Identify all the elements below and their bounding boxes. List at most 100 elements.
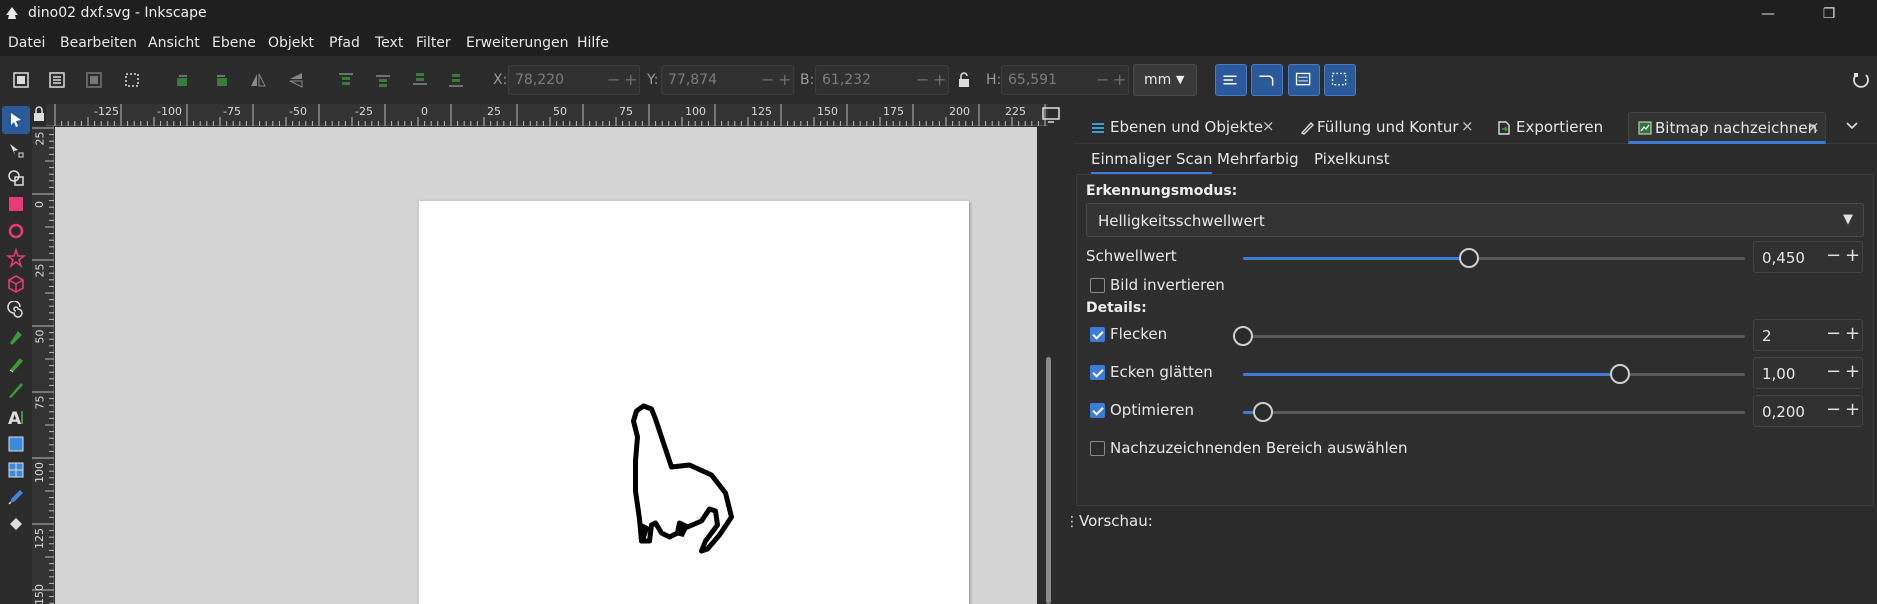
paint-bucket-tool-icon[interactable] [6,514,26,534]
speckles-checkbox[interactable] [1090,327,1105,342]
subtab-pixel-art[interactable]: Pixelkunst [1314,150,1390,168]
close-icon[interactable]: × [1807,118,1820,136]
rotate-ccw-icon[interactable] [173,70,193,90]
menu-bearbeiten[interactable]: Bearbeiten [60,35,137,51]
optimize-spinbox[interactable]: 0,200 − + [1753,395,1863,427]
menu-pfad[interactable]: Pfad [329,35,360,51]
height-decrement[interactable]: − [1096,70,1109,89]
pencil-tool-icon[interactable] [6,354,26,374]
calligraphy-tool-icon[interactable] [6,380,26,400]
display-mode-icon[interactable] [1041,106,1061,124]
menu-filter[interactable]: Filter [416,35,451,51]
scrollbar-thumb[interactable] [1046,357,1051,604]
invert-image-checkbox[interactable] [1090,278,1105,293]
plus-icon[interactable]: + [1845,361,1860,382]
plus-icon[interactable]: + [1845,399,1860,420]
spiral-tool-icon[interactable] [6,301,26,321]
transform-corners-button[interactable] [1251,64,1283,96]
restore-button[interactable]: ❐ [1806,0,1852,28]
menu-datei[interactable]: Datei [8,35,45,51]
menu-ebene[interactable]: Ebene [212,35,256,51]
optimize-slider[interactable] [1243,402,1745,422]
lower-icon[interactable] [410,70,430,90]
transform-pattern-button[interactable] [1324,64,1356,96]
dino-drawing[interactable] [619,401,784,581]
subtab-single-scan[interactable]: Einmaliger Scan [1091,150,1213,175]
unit-select[interactable]: mm ▼ [1133,64,1197,96]
smooth-corners-checkbox[interactable] [1090,365,1105,380]
height-field[interactable]: 65,591 − + [1001,65,1129,95]
x-decrement[interactable]: − [607,70,620,89]
chevron-down-icon[interactable] [1844,118,1860,134]
text-tool-icon[interactable]: A [6,407,26,427]
tab-fill-stroke[interactable]: Füllung und Kontur × [1291,112,1481,144]
drawing-canvas[interactable] [55,127,1037,604]
slider-knob[interactable] [1610,364,1630,384]
plus-icon[interactable]: + [1845,323,1860,344]
threshold-slider[interactable] [1243,248,1745,268]
close-icon[interactable]: × [1461,117,1474,135]
transform-stroke-button[interactable] [1215,64,1247,96]
plus-icon[interactable]: + [1845,245,1860,266]
optimize-checkbox[interactable] [1090,403,1105,418]
menu-objekt[interactable]: Objekt [268,35,314,51]
minus-icon[interactable]: − [1826,361,1841,382]
height-increment[interactable]: + [1113,70,1126,89]
width-field[interactable]: 61,232 − + [815,65,949,95]
tab-layers-objects[interactable]: Ebenen und Objekte × [1082,112,1282,144]
raise-icon[interactable] [373,70,393,90]
close-icon[interactable]: × [1262,117,1275,135]
flip-horizontal-icon[interactable] [248,70,268,90]
minus-icon[interactable]: − [1826,323,1841,344]
menu-erweiterungen[interactable]: Erweiterungen [466,35,569,51]
menu-ansicht[interactable]: Ansicht [148,35,200,51]
select-all-icon[interactable] [11,70,31,90]
selector-tool[interactable] [2,106,30,134]
slider-knob[interactable] [1253,402,1273,422]
width-increment[interactable]: + [933,70,946,89]
subtab-multicolor[interactable]: Mehrfarbig [1217,150,1299,168]
tab-trace-bitmap[interactable]: Bitmap nachzeichnen × [1628,112,1826,144]
y-increment[interactable]: + [778,70,791,89]
select-same-icon[interactable] [84,70,104,90]
y-field[interactable]: 77,874 − + [661,65,794,95]
pen-tool-icon[interactable] [6,327,26,347]
lower-to-bottom-icon[interactable] [446,70,466,90]
node-tool-icon[interactable] [6,140,26,160]
smooth-corners-slider[interactable] [1243,364,1745,384]
minimize-button[interactable]: — [1745,0,1791,28]
flip-vertical-icon[interactable] [286,70,306,90]
ellipse-tool-icon[interactable] [6,221,26,241]
dropper-tool-icon[interactable] [6,487,26,507]
smooth-corners-spinbox[interactable]: 1,00 − + [1753,357,1863,389]
snap-toggle-icon[interactable] [1851,70,1871,90]
transform-gradient-button[interactable] [1288,64,1320,96]
3d-box-tool-icon[interactable] [6,274,26,294]
minus-icon[interactable]: − [1826,245,1841,266]
deselect-icon[interactable] [122,70,142,90]
vertical-ruler[interactable]: 25 0 25 50 75 100 125 150 [32,126,54,604]
minus-icon[interactable]: − [1826,399,1841,420]
rotate-cw-icon[interactable] [211,70,231,90]
menu-hilfe[interactable]: Hilfe [577,35,609,51]
x-increment[interactable]: + [624,70,637,89]
menu-text[interactable]: Text [375,35,403,51]
threshold-spinbox[interactable]: 0,450 − + [1753,241,1863,273]
lock-guides-icon[interactable] [32,104,46,126]
gradient-tool-icon[interactable] [6,434,26,454]
raise-to-top-icon[interactable] [336,70,356,90]
horizontal-ruler[interactable]: -125 -100 -75 -50 -25 0 25 50 75 100 125… [46,104,1060,126]
rectangle-tool-icon[interactable] [6,194,26,214]
speckles-spinbox[interactable]: 2 − + [1753,319,1863,351]
slider-knob[interactable] [1459,248,1479,268]
trace-area-checkbox[interactable] [1090,441,1105,456]
x-field[interactable]: 78,220 − + [508,65,640,95]
lock-proportions-icon[interactable] [954,70,974,90]
select-all-layers-icon[interactable] [47,70,67,90]
drag-handle-icon[interactable]: ⋮ [1065,514,1079,530]
document-page[interactable] [419,201,969,604]
width-decrement[interactable]: − [916,70,929,89]
y-decrement[interactable]: − [761,70,774,89]
slider-knob[interactable] [1233,326,1253,346]
speckles-slider[interactable] [1233,326,1745,346]
